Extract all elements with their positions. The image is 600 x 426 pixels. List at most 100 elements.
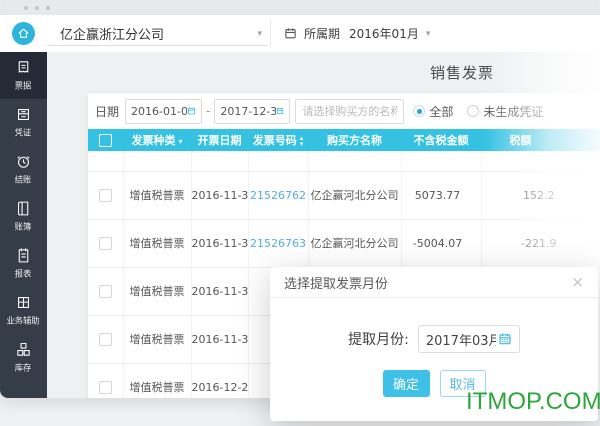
window-control-dot[interactable] <box>35 5 39 10</box>
report-icon <box>18 248 29 263</box>
column-header-开票日期: 开票日期 <box>191 129 248 151</box>
company-selector[interactable]: 亿企赢浙江分公司 ▾ <box>47 15 270 52</box>
invoice-number-link[interactable]: 21526762 <box>250 189 306 202</box>
clock-icon <box>17 156 30 168</box>
sort-updown-icon[interactable]: ▴ ▾ <box>300 135 304 148</box>
row-checkbox[interactable] <box>98 284 112 298</box>
row-select-cell <box>88 363 124 398</box>
date-from-field[interactable] <box>125 98 203 124</box>
invoice-number-cell: 21526762 <box>248 171 309 220</box>
window-control-dot[interactable] <box>24 5 28 10</box>
calendar-icon[interactable] <box>498 332 512 346</box>
radio-pending-label[interactable]: 未生成凭证 <box>483 103 543 120</box>
invoice-type-cell: 增值税普票 <box>123 315 192 364</box>
extract-month-field[interactable] <box>417 325 520 353</box>
period-label: 所属期 <box>304 27 341 41</box>
table-row: 增值税普票2016-11-3021526763亿企赢河北分公司-5004.07-… <box>88 219 600 268</box>
column-header-发票号码[interactable]: 发票号码 ▴ ▾ <box>248 129 308 151</box>
row-checkbox[interactable] <box>98 188 112 202</box>
sidebar-item-业务辅助[interactable]: 业务辅助 <box>0 287 47 334</box>
amount-cell: -5004.07 <box>401 219 482 268</box>
empty-cell <box>401 151 482 172</box>
invoice-type-cell: 增值税普票 <box>123 363 192 398</box>
radio-all-label[interactable]: 全部 <box>429 103 453 120</box>
radio-all[interactable] <box>413 105 426 117</box>
ledger-icon <box>18 201 29 216</box>
sidebar-item-报表[interactable]: 报表 <box>0 240 47 287</box>
calendar-icon[interactable] <box>187 105 196 117</box>
select-all-header-cell <box>88 129 123 151</box>
buyer-search-input[interactable] <box>302 104 398 118</box>
invoice-number-link[interactable]: 21526763 <box>250 237 306 250</box>
row-checkbox[interactable] <box>98 236 112 250</box>
sidebar-item-label: 库存 <box>15 364 32 374</box>
empty-cell <box>248 151 309 172</box>
filter-caret-icon[interactable]: ▾ <box>178 137 182 146</box>
site-watermark: ITMOP.COM <box>466 388 600 415</box>
radio-pending[interactable] <box>467 105 480 117</box>
sidebar-item-label: 票据 <box>15 82 32 92</box>
tax-cell: 152.2 <box>481 171 600 220</box>
home-button[interactable] <box>12 22 35 45</box>
window-control-dot[interactable] <box>46 5 50 10</box>
sidebar-item-凭证[interactable]: 凭证 <box>0 99 47 146</box>
filter-bar: 日期 - <box>88 93 600 129</box>
close-icon[interactable]: × <box>571 274 584 290</box>
empty-cell <box>191 151 249 172</box>
invoice-date-cell: 2016-11-30 <box>191 315 249 364</box>
period-selector[interactable]: 所属期 2016年01月 ▾ <box>271 15 430 52</box>
column-header-购买方名称: 购买方名称 <box>308 129 401 151</box>
invoice-number-cell: 21526763 <box>248 219 309 268</box>
sidebar-item-结账[interactable]: 结账 <box>0 146 47 193</box>
invoice-date-cell: 2016-11-30 <box>191 171 249 220</box>
receipt-icon <box>18 61 29 73</box>
column-header-税额: 税额 <box>481 129 600 151</box>
sidebar-item-label: 业务辅助 <box>6 317 41 327</box>
business-grid-icon <box>18 297 29 308</box>
sidebar-item-label: 凭证 <box>15 129 32 139</box>
invoice-date-cell: 2016-11-30 <box>191 219 249 268</box>
empty-cell <box>123 151 192 172</box>
column-header-不含税金额: 不含税金额 <box>401 129 481 151</box>
row-checkbox[interactable] <box>98 332 112 346</box>
column-header-发票种类[interactable]: 发票种类 ▾ <box>123 129 191 151</box>
date-to-field[interactable] <box>214 98 291 124</box>
tax-cell: -221.9 <box>481 219 600 268</box>
invoice-date-cell: 2016-11-30 <box>191 267 249 316</box>
row-select-cell <box>88 219 124 268</box>
sidebar-item-账簿[interactable]: 账簿 <box>0 193 47 240</box>
chevron-down-icon: ▾ <box>425 28 431 39</box>
window-titlebar <box>0 0 600 15</box>
buyer-name-cell: 亿企赢河北分公司 <box>308 171 402 220</box>
invoice-table-header: 发票种类 ▾ 开票日期 发票号码 ▴ ▾ 购买方名称 不含税金额 税额 <box>88 129 600 151</box>
date-from-input[interactable] <box>131 104 188 118</box>
voucher-icon <box>18 109 29 120</box>
row-select-cell <box>88 315 124 364</box>
company-name: 亿企赢浙江分公司 <box>60 28 165 43</box>
select-all-checkbox[interactable] <box>99 133 112 147</box>
invoice-type-cell: 增值税普票 <box>123 171 192 220</box>
dialog-header: 选择提取发票月份 × <box>270 267 598 298</box>
invoice-type-cell: 增值税普票 <box>123 219 192 268</box>
empty-cell <box>88 151 124 172</box>
calendar-icon[interactable] <box>276 105 284 117</box>
date-filter-label: 日期 <box>95 104 120 119</box>
extract-month-label: 提取月份: <box>348 332 409 348</box>
date-to-input[interactable] <box>220 104 277 118</box>
page-title: 销售发票 <box>430 64 495 82</box>
sidebar-item-label: 报表 <box>15 270 32 280</box>
period-value: 2016年01月 <box>349 27 419 41</box>
sidebar-item-库存[interactable]: 库存 <box>0 334 47 381</box>
app-header: 亿企赢浙江分公司 ▾ 所属期 2016年01月 ▾ <box>0 15 600 52</box>
table-row: 增值税普票2016-11-3021526762亿企赢河北分公司5073.7715… <box>88 171 600 220</box>
amount-cell: 5073.77 <box>401 171 482 220</box>
extract-month-input[interactable] <box>425 331 496 347</box>
dialog-body: 提取月份: <box>270 325 598 353</box>
buyer-search-field[interactable] <box>295 98 405 124</box>
sidebar-nav: 票据凭证结账 账簿报表业务辅助库存 <box>0 52 47 398</box>
row-checkbox[interactable] <box>98 380 112 394</box>
chevron-down-icon: ▾ <box>257 28 262 39</box>
confirm-button[interactable]: 确定 <box>382 370 430 397</box>
app-screenshot: 亿企赢浙江分公司 ▾ 所属期 2016年01月 ▾ 票据凭证结账 账簿报表业务辅助… <box>0 0 600 426</box>
sidebar-item-票据[interactable]: 票据 <box>0 52 47 99</box>
